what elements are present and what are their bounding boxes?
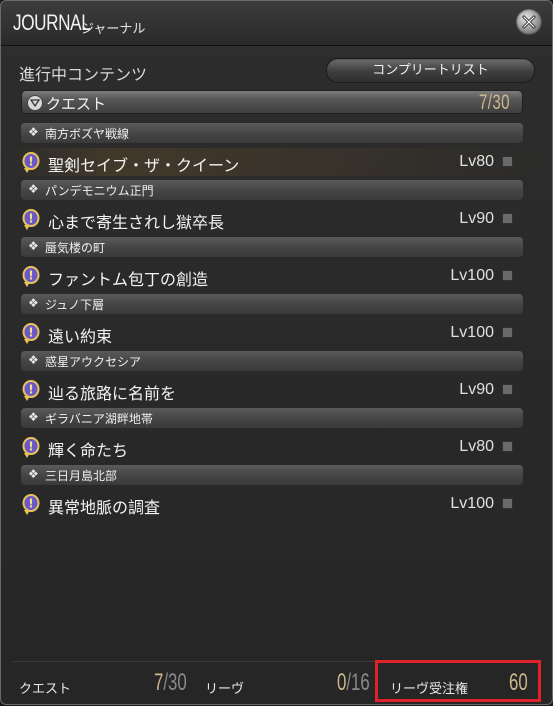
- svg-text:!: !: [28, 383, 33, 397]
- area-header: ❖ 蜃気楼の町: [21, 237, 523, 257]
- svg-text:!: !: [28, 497, 33, 511]
- quest-level: Lv90: [459, 381, 494, 398]
- quest-track-checkbox[interactable]: [502, 441, 513, 452]
- main-quest-icon: !: [21, 152, 41, 174]
- area-diamond-icon: ❖: [28, 182, 39, 196]
- quest-track-checkbox[interactable]: [502, 384, 513, 395]
- area-header: ❖ 三日月島北部: [21, 465, 523, 485]
- main-quest-icon: !: [21, 494, 41, 516]
- window-title: JOURNAL: [13, 10, 91, 35]
- collapse-arrow-icon[interactable]: [27, 95, 43, 111]
- quest-row[interactable]: ! 心まで寄生されし獄卒長 Lv90: [1, 205, 553, 233]
- quest-row[interactable]: ! 辿る旅路に名前を Lv90: [1, 376, 553, 404]
- svg-text:!: !: [28, 269, 33, 283]
- quest-name[interactable]: 心まで寄生されし獄卒長: [48, 209, 224, 233]
- main-quest-icon: !: [21, 209, 41, 231]
- quest-level: Lv80: [459, 153, 494, 170]
- footer-quest-count: 7/30: [154, 669, 187, 697]
- svg-text:!: !: [28, 212, 33, 226]
- highlight-annotation-box: [375, 660, 541, 702]
- area-label: 三日月島北部: [45, 469, 118, 483]
- main-quest-icon: !: [21, 266, 41, 288]
- quest-track-checkbox[interactable]: [502, 270, 513, 281]
- quest-name[interactable]: 異常地脈の調査: [48, 494, 160, 518]
- quest-level: Lv80: [459, 438, 494, 455]
- main-quest-icon: !: [21, 437, 41, 459]
- footer-leve-count: 0/16: [337, 669, 370, 697]
- area-header: ❖ パンデモニウム正門: [21, 180, 523, 200]
- quest-track-checkbox[interactable]: [502, 156, 513, 167]
- quest-category-label: クエスト: [46, 95, 107, 113]
- window-subtitle: ジャーナル: [81, 22, 146, 37]
- area-diamond-icon: ❖: [28, 410, 39, 424]
- in-progress-content-label: 進行中コンテンツ: [19, 65, 148, 84]
- title-bar[interactable]: JOURNAL ジャーナル: [1, 1, 552, 46]
- journal-window: JOURNAL ジャーナル 進行中コンテンツ コンプリートリスト クエスト 7/…: [0, 0, 553, 705]
- area-diamond-icon: ❖: [28, 239, 39, 253]
- quest-category-header[interactable]: クエスト 7/30: [21, 90, 523, 114]
- quest-track-checkbox[interactable]: [502, 327, 513, 338]
- quest-level: Lv100: [450, 267, 494, 284]
- quest-name[interactable]: ファントム包丁の創造: [48, 266, 208, 290]
- area-label: 南方ボズヤ戦線: [45, 127, 130, 141]
- main-quest-icon: !: [21, 323, 41, 345]
- quest-track-checkbox[interactable]: [502, 498, 513, 509]
- area-diamond-icon: ❖: [28, 296, 39, 310]
- quest-row[interactable]: ! 異常地脈の調査 Lv100: [1, 490, 553, 518]
- area-label: 蜃気楼の町: [45, 241, 106, 255]
- quest-category-count: 7/30: [479, 91, 510, 114]
- area-header: ❖ ギラバニア湖畔地帯: [21, 408, 523, 428]
- quest-name[interactable]: 聖剣セイブ・ザ・クイーン: [48, 152, 239, 176]
- quest-row[interactable]: ! 聖剣セイブ・ザ・クイーン Lv80: [1, 148, 553, 176]
- footer-leve-label: リーヴ: [205, 682, 245, 697]
- area-label: ジュノ下層: [45, 298, 105, 312]
- area-label: ギラバニア湖畔地帯: [45, 412, 153, 426]
- complete-list-button[interactable]: コンプリートリスト: [326, 58, 535, 83]
- quest-row[interactable]: ! 輝く命たち Lv80: [1, 433, 553, 461]
- area-label: パンデモニウム正門: [45, 184, 154, 198]
- svg-text:!: !: [28, 326, 33, 340]
- quest-level: Lv90: [459, 210, 494, 227]
- area-header: ❖ ジュノ下層: [21, 294, 523, 314]
- area-header: ❖ 惑星アウクセシア: [21, 351, 523, 371]
- area-header: ❖ 南方ボズヤ戦線: [21, 123, 523, 143]
- area-diamond-icon: ❖: [28, 353, 39, 367]
- footer-leve-max: /16: [346, 669, 370, 696]
- quest-track-checkbox[interactable]: [502, 213, 513, 224]
- quest-row[interactable]: ! 遠い約束 Lv100: [1, 319, 553, 347]
- quest-name[interactable]: 遠い約束: [48, 323, 112, 347]
- area-diamond-icon: ❖: [28, 125, 39, 139]
- quest-name[interactable]: 輝く命たち: [48, 437, 128, 461]
- quest-level: Lv100: [450, 324, 494, 341]
- svg-text:!: !: [28, 155, 33, 169]
- svg-text:!: !: [28, 440, 33, 454]
- quest-level: Lv100: [450, 495, 494, 512]
- main-quest-icon: !: [21, 380, 41, 402]
- footer-quest-max: /30: [163, 669, 187, 696]
- quest-row[interactable]: ! ファントム包丁の創造 Lv100: [1, 262, 553, 290]
- footer-quest-label: クエスト: [19, 682, 72, 697]
- close-x-icon[interactable]: [516, 9, 542, 35]
- quest-name[interactable]: 辿る旅路に名前を: [48, 380, 176, 404]
- area-diamond-icon: ❖: [28, 467, 39, 481]
- area-label: 惑星アウクセシア: [45, 355, 142, 369]
